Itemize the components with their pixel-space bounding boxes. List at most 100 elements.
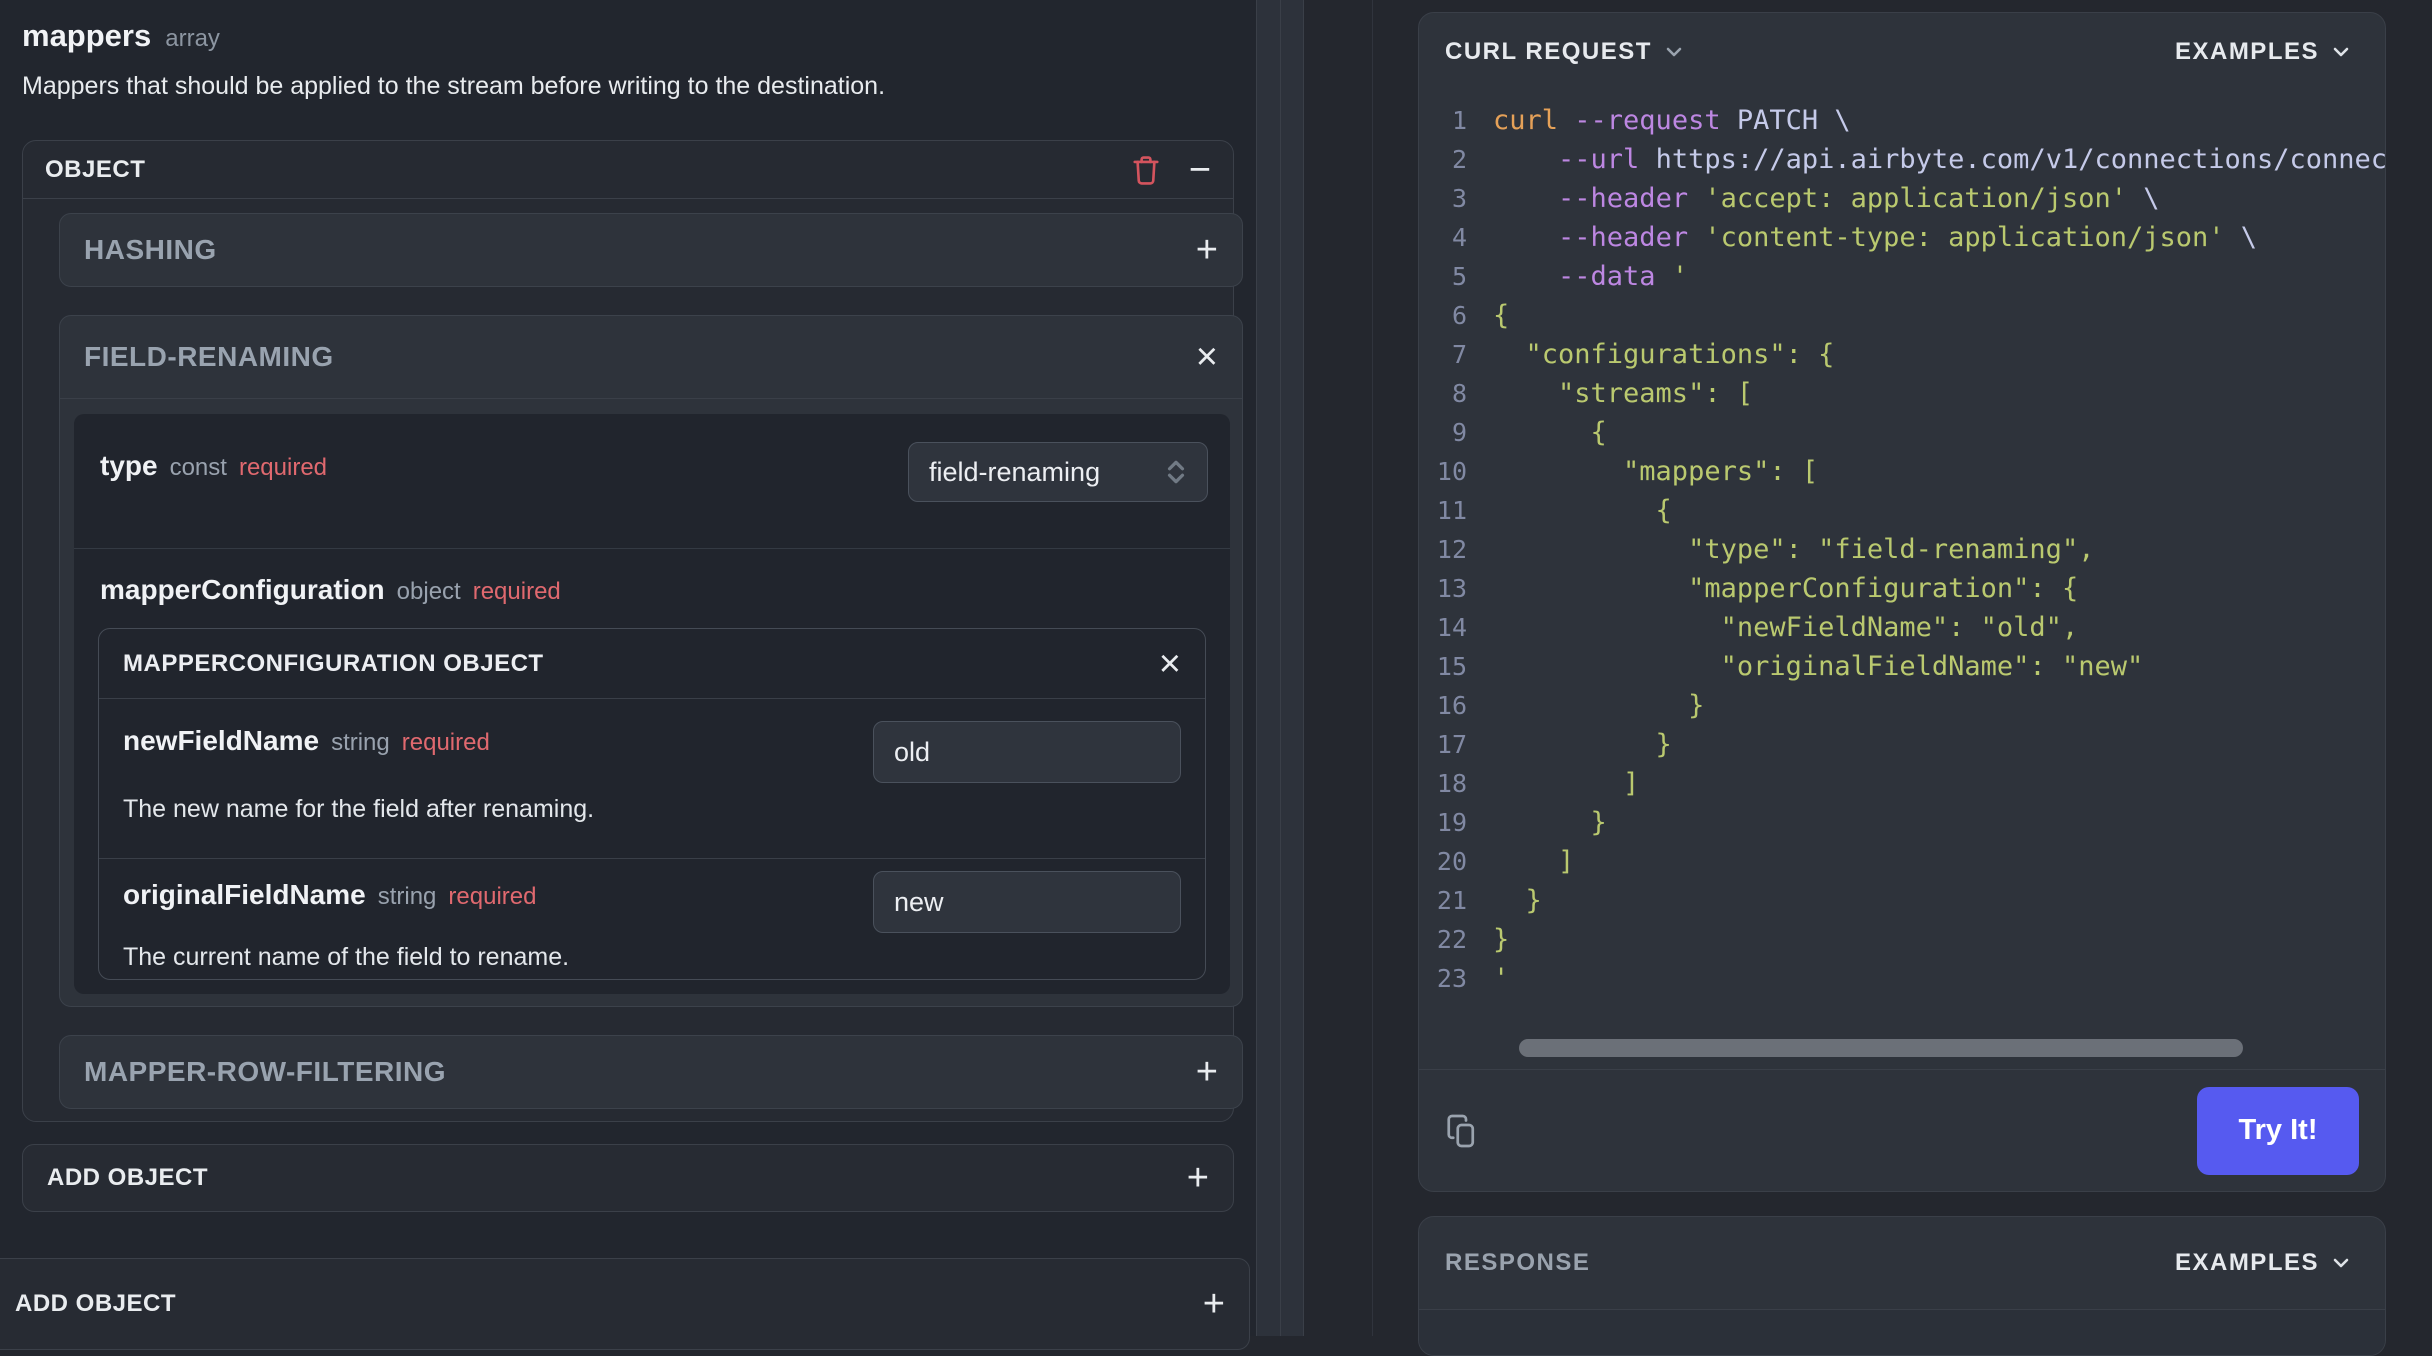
copy-code-button[interactable] — [1445, 1111, 1481, 1151]
expand-mapper-row-filtering-button[interactable]: + — [1196, 1053, 1218, 1091]
line-number: 1 — [1451, 106, 1467, 135]
type-select[interactable]: field-renaming — [908, 442, 1208, 502]
code-line: 3 --header 'accept: application/json' \ — [1419, 179, 2385, 218]
scrollbar-track[interactable] — [1280, 0, 1304, 1336]
close-field-renaming-button[interactable]: × — [1196, 338, 1218, 376]
collapse-object-button[interactable]: − — [1189, 151, 1211, 189]
chevron-down-icon — [1666, 47, 1682, 57]
object-panel-header: OBJECT − — [23, 141, 1233, 199]
code-line: 10 "mappers": [ — [1419, 452, 2385, 491]
new-field-name-input[interactable]: old — [873, 721, 1181, 783]
section-mapper-row-filtering[interactable]: MAPPER-ROW-FILTERING + — [59, 1035, 1243, 1109]
line-number: 2 — [1451, 145, 1467, 174]
column-divider[interactable] — [1256, 0, 1304, 1336]
mapper-configuration-object-title: MAPPERCONFIGURATION OBJECT — [123, 649, 544, 677]
code-line: 21 } — [1419, 881, 2385, 920]
curl-request-panel: CURL REQUEST EXAMPLES 1 curl --request PA… — [1418, 12, 2386, 1192]
code-line: 11 { — [1419, 491, 2385, 530]
line-number: 3 — [1451, 184, 1467, 213]
request-language-dropdown[interactable]: CURL REQUEST — [1445, 38, 1686, 66]
code-line: 19 } — [1419, 803, 2385, 842]
code-line: 12 "type": "field-renaming", — [1419, 530, 2385, 569]
response-examples-dropdown[interactable]: EXAMPLES — [2169, 1248, 2359, 1278]
original-field-name-label: originalFieldName string required — [123, 879, 536, 911]
type-property-required: required — [238, 454, 328, 481]
section-mapper-row-filtering-label: MAPPER-ROW-FILTERING — [84, 1056, 446, 1087]
response-panel: RESPONSE EXAMPLES — [1418, 1216, 2386, 1356]
divider — [74, 548, 1230, 549]
plus-icon: + — [1186, 1157, 1209, 1199]
line-number: 12 — [1436, 535, 1467, 564]
divider — [1372, 0, 1373, 1336]
type-property-label: type const required — [100, 450, 327, 482]
original-field-name-description: The current name of the field to rename. — [123, 943, 570, 971]
original-field-name-value: new — [894, 886, 944, 917]
line-number: 10 — [1436, 457, 1467, 486]
section-hashing[interactable]: HASHING + — [59, 213, 1243, 287]
code-line: 20 ] — [1419, 842, 2385, 881]
line-number: 9 — [1451, 418, 1467, 447]
chevron-down-icon — [2333, 47, 2349, 57]
curl-request-header: CURL REQUEST EXAMPLES — [1419, 13, 2385, 91]
trash-icon — [1133, 155, 1159, 185]
line-number: 19 — [1436, 808, 1467, 837]
curl-panel-footer: Try It! — [1419, 1069, 2385, 1191]
code-line: 6{ — [1419, 296, 2385, 335]
code-line: 4 --header 'content-type: application/js… — [1419, 218, 2385, 257]
add-object-button-outer[interactable]: ADD OBJECT + — [0, 1258, 1250, 1350]
add-object-button-inner[interactable]: ADD OBJECT + — [22, 1144, 1234, 1212]
response-body — [1419, 1309, 2385, 1355]
expand-hashing-button[interactable]: + — [1196, 231, 1218, 269]
object-panel-title: OBJECT — [45, 155, 146, 183]
plus-icon: + — [1195, 1051, 1218, 1093]
chevrons-up-down-icon — [1167, 460, 1185, 484]
new-field-name-label: newFieldName string required — [123, 725, 490, 757]
type-select-value: field-renaming — [929, 456, 1101, 487]
plus-icon: + — [1202, 1283, 1225, 1325]
curl-code-block[interactable]: 1 curl --request PATCH \ 2 --url https://a… — [1419, 101, 2385, 1041]
line-number: 4 — [1451, 223, 1467, 252]
code-line: 22} — [1419, 920, 2385, 959]
code-line: 15 "originalFieldName": "new" — [1419, 647, 2385, 686]
mapper-configuration-label: mapperConfiguration object required — [100, 574, 561, 606]
line-number: 5 — [1451, 262, 1467, 291]
add-object-inner-label: ADD OBJECT — [47, 1164, 209, 1191]
code-line: 14 "newFieldName": "old", — [1419, 608, 2385, 647]
response-title: RESPONSE — [1445, 1249, 1591, 1276]
close-mapper-configuration-button[interactable]: × — [1159, 645, 1181, 683]
field-kind-badge: array — [165, 25, 220, 52]
field-renaming-form: type const required field-renaming mappe… — [74, 414, 1230, 994]
horizontal-scrollbar[interactable] — [1519, 1039, 2243, 1057]
line-number: 17 — [1436, 730, 1467, 759]
scrollbar-track[interactable] — [1256, 0, 1280, 1336]
line-number: 6 — [1451, 301, 1467, 330]
line-number: 11 — [1436, 496, 1467, 525]
original-field-name-kind: string — [377, 883, 437, 910]
schema-column: mappers array Mappers that should be app… — [0, 0, 1256, 1350]
line-number: 21 — [1436, 886, 1467, 915]
code-line: 2 --url https://api.airbyte.com/v1/conne… — [1419, 140, 2385, 179]
section-field-renaming-header[interactable]: FIELD-RENAMING × — [60, 316, 1242, 399]
type-property-name: type — [100, 450, 158, 481]
field-name: mappers — [22, 18, 152, 53]
request-examples-label: EXAMPLES — [2174, 38, 2319, 65]
code-line: 9 { — [1419, 413, 2385, 452]
line-number: 7 — [1451, 340, 1467, 369]
line-number: 14 — [1436, 613, 1467, 642]
delete-object-button[interactable] — [1131, 153, 1161, 187]
original-field-name: originalFieldName — [123, 879, 366, 910]
new-field-name-value: old — [894, 736, 931, 767]
response-header: RESPONSE EXAMPLES — [1419, 1217, 2385, 1309]
original-field-name-required: required — [448, 883, 537, 910]
try-it-button[interactable]: Try It! — [2197, 1086, 2359, 1175]
new-field-name-description: The new name for the field after renamin… — [123, 795, 595, 823]
code-line: 7 "configurations": { — [1419, 335, 2385, 374]
field-heading: mappers array — [22, 18, 220, 54]
mapper-configuration-name: mapperConfiguration — [100, 574, 385, 605]
array-item-object-panel: OBJECT − HASHING + FIELD-RENAMING × type… — [22, 140, 1243, 1122]
plus-icon: + — [1195, 229, 1218, 271]
request-examples-dropdown[interactable]: EXAMPLES — [2169, 37, 2359, 67]
line-number: 15 — [1436, 652, 1467, 681]
line-number: 22 — [1436, 925, 1467, 954]
original-field-name-input[interactable]: new — [873, 871, 1181, 933]
